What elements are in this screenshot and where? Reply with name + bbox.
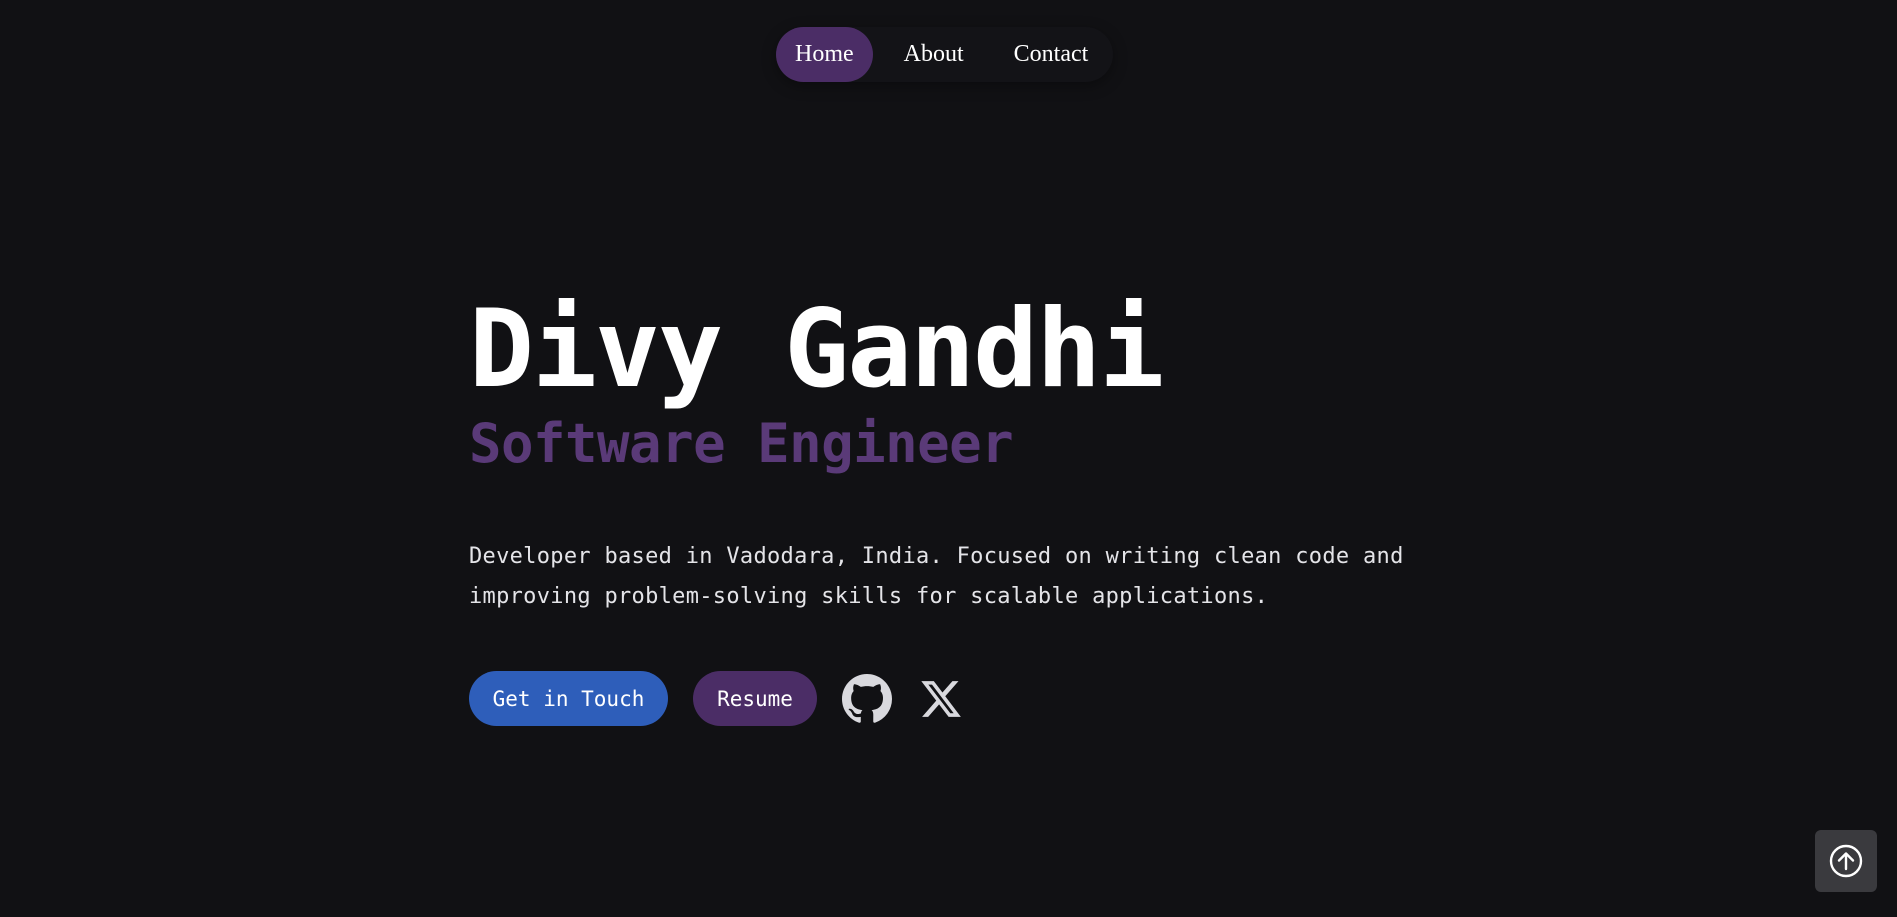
hero-section: Divy Gandhi Software Engineer Developer … [469,285,1469,726]
get-in-touch-button[interactable]: Get in Touch [469,671,668,726]
hero-name: Divy Gandhi [469,287,1164,412]
github-icon [842,673,892,723]
github-link[interactable] [841,673,893,725]
x-link[interactable] [915,673,967,725]
hero-actions: Get in Touch Resume [469,671,1469,726]
nav-home[interactable]: Home [776,27,873,82]
nav-contact[interactable]: Contact [995,27,1108,82]
hero-description: Developer based in Vadodara, India. Focu… [469,544,1404,609]
arrow-up-circle-icon [1829,844,1863,878]
x-icon [921,680,961,717]
scroll-to-top-button[interactable] [1815,830,1877,892]
hero-role: Software Engineer [469,412,1014,475]
nav-about[interactable]: About [885,27,983,82]
resume-button[interactable]: Resume [693,671,817,726]
top-nav: Home About Contact [776,27,1114,82]
